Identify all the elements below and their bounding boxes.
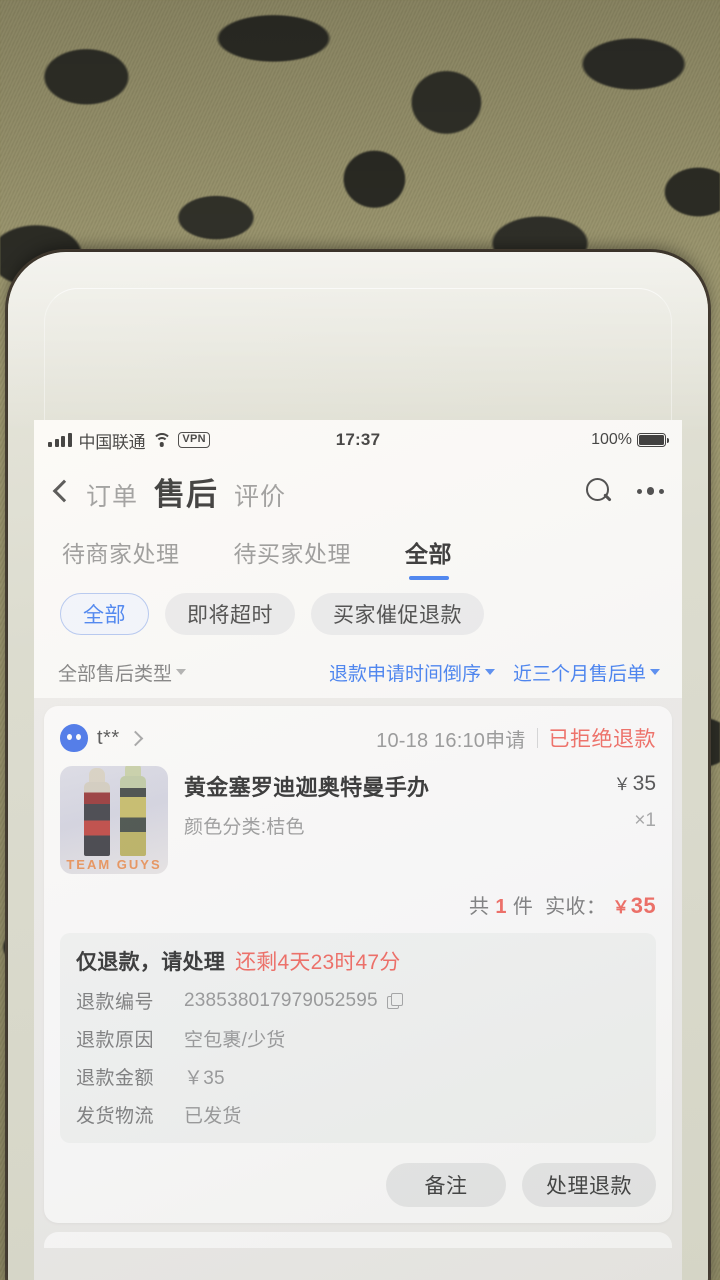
refund-type-title: 仅退款，请处理 bbox=[76, 951, 226, 974]
refund-number-label: 退款编号 bbox=[76, 992, 155, 1013]
card-action-row: 备注 处理退款 bbox=[60, 1163, 656, 1207]
next-card-peek[interactable] bbox=[44, 1232, 672, 1248]
card-header-right: 10-18 16:10申请 已拒绝退款 bbox=[376, 723, 656, 753]
nav-tab-orders[interactable]: 订单 bbox=[86, 477, 138, 513]
chip-about-to-timeout[interactable]: 即将超时 bbox=[165, 593, 295, 635]
filter-chip-row: 全部 即将超时 买家催促退款 bbox=[34, 582, 682, 646]
product-price-value: 35 bbox=[632, 772, 656, 795]
summary-unit: 件 bbox=[512, 896, 534, 918]
segment-tab-all-label: 全部 bbox=[405, 541, 452, 567]
product-info: 黄金塞罗迪迦奥特曼手办 颜色分类:桔色 bbox=[168, 766, 614, 874]
segment-tab-bar: 待商家处理 待买家处理 全部 bbox=[34, 522, 682, 582]
chevron-down-icon bbox=[650, 669, 660, 675]
filter-time-range[interactable]: 近三个月售后单 bbox=[513, 659, 660, 686]
chevron-down-icon bbox=[176, 669, 187, 675]
refund-countdown: 还剩4天23时47分 bbox=[235, 951, 401, 974]
refund-reason-value: 空包裹/少货 bbox=[184, 1030, 286, 1051]
product-title: 黄金塞罗迪迦奥特曼手办 bbox=[184, 775, 430, 800]
phone-device: 中国联通 VPN 17:37 100% 订单 售后 评价 待商家处理 待买家处理… bbox=[8, 252, 708, 1280]
nav-tab-reviews[interactable]: 评价 bbox=[234, 477, 286, 513]
battery-icon bbox=[637, 433, 670, 447]
copy-icon[interactable] bbox=[386, 993, 403, 1009]
buyer-entry[interactable]: t** bbox=[60, 724, 142, 752]
segment-tab-all[interactable]: 全部 bbox=[405, 535, 452, 580]
buyer-name: t** bbox=[97, 726, 120, 749]
product-thumbnail[interactable]: TEAM GUYS bbox=[60, 766, 168, 874]
filter-aftersale-type[interactable]: 全部售后类型 bbox=[58, 659, 187, 686]
refund-panel-header: 仅退款，请处理 还剩4天23时47分 bbox=[76, 946, 640, 976]
divider bbox=[536, 728, 538, 748]
active-tab-underline bbox=[408, 575, 449, 580]
process-refund-button[interactable]: 处理退款 bbox=[522, 1163, 656, 1207]
more-dots-icon[interactable] bbox=[636, 487, 664, 495]
product-price: ￥35 bbox=[614, 770, 656, 796]
search-icon[interactable] bbox=[585, 477, 613, 505]
chip-buyer-urging-refund[interactable]: 买家催促退款 bbox=[311, 593, 484, 635]
nav-actions bbox=[585, 477, 664, 505]
refund-amount-label: 退款金额 bbox=[76, 1068, 155, 1089]
status-bar-clock: 17:37 bbox=[335, 430, 381, 449]
filter-sort-order[interactable]: 退款申请时间倒序 bbox=[329, 659, 495, 686]
product-quantity: ×1 bbox=[634, 810, 656, 831]
photo-scene: 中国联通 VPN 17:37 100% 订单 售后 评价 待商家处理 待买家处理… bbox=[0, 0, 720, 1280]
refund-amount-value: ￥35 bbox=[184, 1068, 225, 1089]
product-price-block: ￥35 ×1 bbox=[614, 766, 656, 874]
status-badge: 已拒绝退款 bbox=[548, 728, 656, 751]
nav-tab-aftersale[interactable]: 售后 bbox=[154, 469, 218, 514]
figure-body-left bbox=[84, 782, 110, 856]
refund-number-value: 238538017979052595 bbox=[184, 989, 378, 1011]
avatar bbox=[60, 724, 88, 752]
bezel-inner-line bbox=[44, 288, 672, 428]
refund-detail-panel: 仅退款，请处理 还剩4天23时47分 退款编号 2385380179790525… bbox=[60, 933, 656, 1143]
shipping-status-label: 发货物流 bbox=[76, 1106, 155, 1127]
filter-aftersale-type-label: 全部售后类型 bbox=[58, 663, 173, 685]
battery-percent: 100% bbox=[591, 431, 632, 448]
thumbnail-caption: TEAM GUYS bbox=[66, 857, 162, 872]
card-header: t** 10-18 16:10申请 已拒绝退款 bbox=[60, 720, 656, 756]
refund-row-reason: 退款原因 空包裹/少货 bbox=[76, 1025, 640, 1052]
order-summary: 共 1 件 实收： ￥35 bbox=[60, 890, 656, 919]
apply-time: 10-18 16:10申请 bbox=[376, 729, 526, 752]
filter-sort-order-label: 退款申请时间倒序 bbox=[328, 663, 481, 685]
filter-time-range-label: 近三个月售后单 bbox=[512, 663, 646, 685]
back-button-icon[interactable] bbox=[50, 480, 72, 502]
figure-body-right bbox=[120, 776, 146, 856]
refund-row-amount: 退款金额 ￥35 bbox=[76, 1063, 640, 1090]
currency-symbol: ￥ bbox=[612, 898, 630, 917]
product-sku: 颜色分类:桔色 bbox=[184, 817, 305, 838]
segment-tab-buyer-pending[interactable]: 待买家处理 bbox=[234, 535, 352, 569]
summary-received-label: 实收： bbox=[545, 896, 607, 918]
chip-all[interactable]: 全部 bbox=[60, 593, 149, 635]
remark-button[interactable]: 备注 bbox=[386, 1163, 506, 1207]
refund-reason-label: 退款原因 bbox=[76, 1030, 155, 1051]
refund-row-logistics: 发货物流 已发货 bbox=[76, 1101, 640, 1128]
summary-count: 1 bbox=[495, 896, 507, 918]
nav-title-group: 订单 售后 评价 bbox=[86, 469, 286, 514]
aftersale-list[interactable]: t** 10-18 16:10申请 已拒绝退款 TEAM GUYS 黄金塞罗迪迦… bbox=[34, 698, 682, 1280]
summary-prefix: 共 bbox=[468, 896, 490, 918]
aftersale-card[interactable]: t** 10-18 16:10申请 已拒绝退款 TEAM GUYS 黄金塞罗迪迦… bbox=[44, 706, 672, 1223]
shipping-status-value: 已发货 bbox=[184, 1106, 242, 1127]
filter-dropdown-row: 全部售后类型 退款申请时间倒序 近三个月售后单 bbox=[34, 646, 682, 698]
chevron-right-icon bbox=[129, 732, 142, 745]
product-row[interactable]: TEAM GUYS 黄金塞罗迪迦奥特曼手办 颜色分类:桔色 ￥35 ×1 bbox=[60, 766, 656, 874]
phone-screen: 中国联通 VPN 17:37 100% 订单 售后 评价 待商家处理 待买家处理… bbox=[34, 420, 682, 1280]
bezel-sheen bbox=[8, 252, 708, 432]
summary-received-value: 35 bbox=[630, 893, 656, 918]
status-bar: 中国联通 VPN 17:37 100% bbox=[34, 420, 682, 460]
summary-received-amount: ￥35 bbox=[612, 893, 656, 918]
status-bar-right: 100% bbox=[591, 431, 670, 449]
chevron-down-icon bbox=[484, 669, 495, 675]
segment-tab-merchant-pending[interactable]: 待商家处理 bbox=[62, 535, 180, 569]
refund-row-number[interactable]: 退款编号 238538017979052595 bbox=[76, 987, 640, 1014]
navigation-bar: 订单 售后 评价 bbox=[34, 460, 682, 522]
currency-symbol: ￥ bbox=[613, 775, 631, 794]
